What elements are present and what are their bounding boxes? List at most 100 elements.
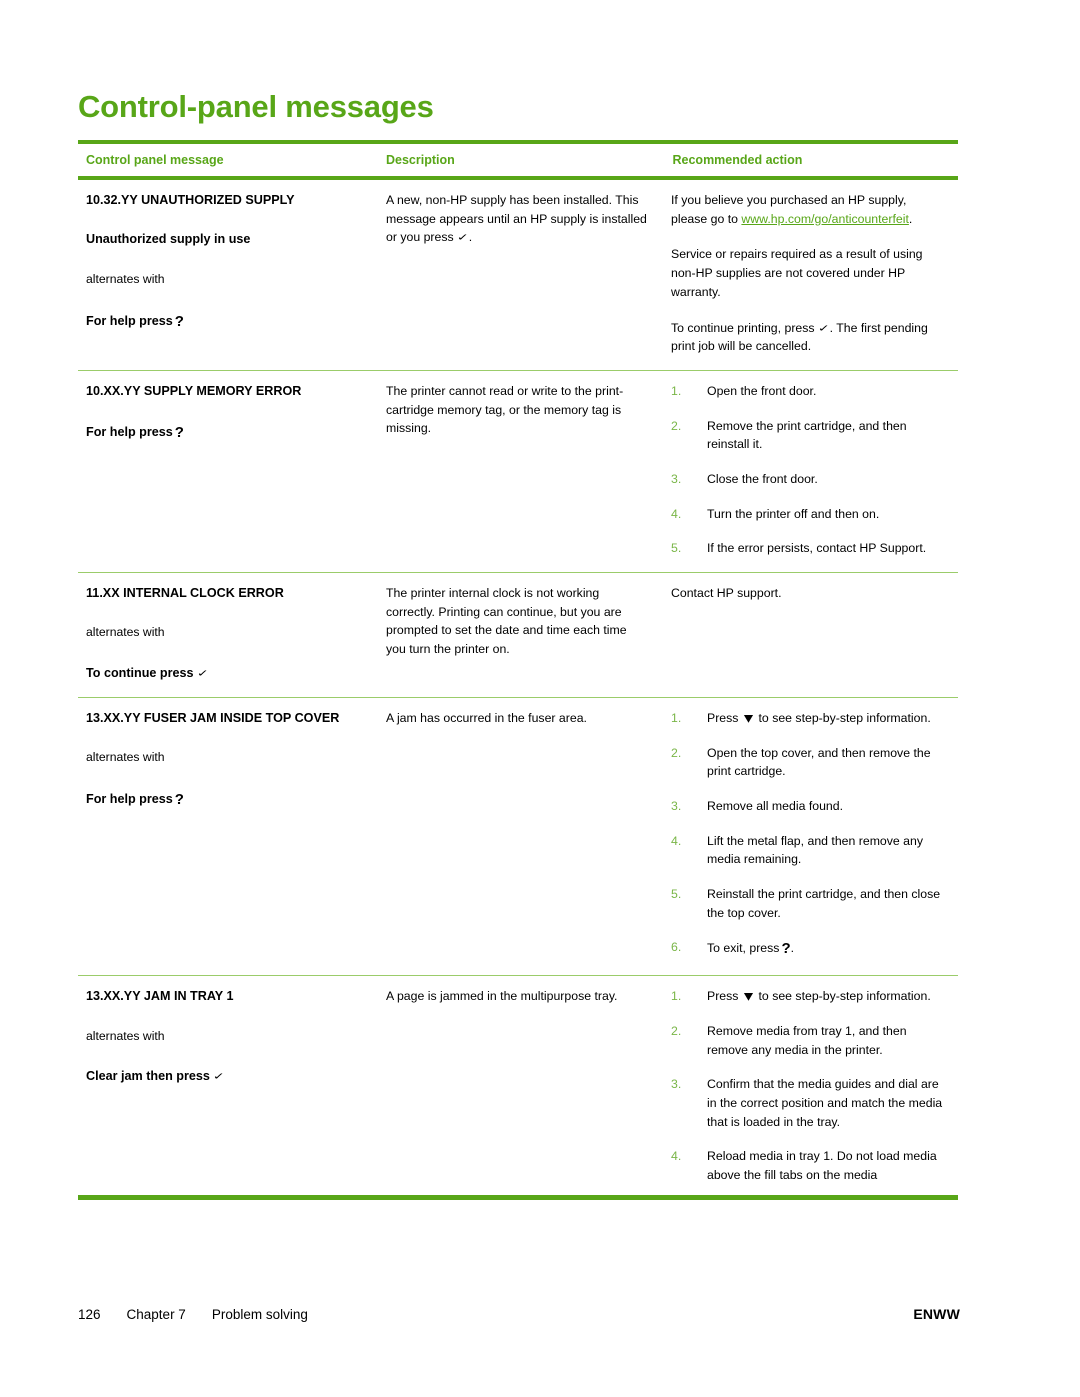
action-step-list: 1. Open the front door. 2. Remove the prin…	[671, 382, 944, 558]
arrow-down-icon: ▼	[743, 712, 754, 724]
alternates-with-label: alternates with	[86, 625, 165, 640]
step-text-before-glyph: Press	[707, 710, 739, 725]
control-panel-messages-table: Control panel message Description Recomm…	[78, 140, 958, 1200]
column-header-recommended-action: Recommended action	[661, 140, 958, 181]
action-paragraph: If you believe you purchased an HP suppl…	[671, 191, 944, 228]
action-text-after-link: .	[908, 211, 913, 226]
check-icon: ✓	[456, 231, 469, 244]
step-number: 6.	[671, 940, 682, 955]
footer-chapter: Chapter 7	[126, 1307, 186, 1322]
help-icon: ?	[781, 940, 791, 958]
step-number: 2.	[671, 745, 682, 760]
arrow-down-icon: ▼	[743, 990, 754, 1003]
press-prefix: For help press	[86, 425, 173, 440]
list-item: 3. Close the front door.	[671, 470, 944, 489]
press-prefix: Clear jam then press	[86, 1069, 210, 1084]
list-item: 1. Press ▼ to see step-by-step informatio…	[671, 987, 944, 1006]
list-item: 2. Open the top cover, and then remove th…	[671, 744, 944, 781]
step-number: 3.	[671, 799, 682, 814]
table-row: 13.XX.YY FUSER JAM INSIDE TOP COVER alte…	[78, 697, 958, 977]
step-text: Open the top cover, and then remove the …	[707, 745, 931, 779]
step-number: 5.	[671, 541, 682, 556]
step-text-after-glyph: to see step-by-step information.	[758, 710, 931, 725]
press-instruction: For help press?	[86, 422, 364, 445]
cell-message: 13.XX.YY FUSER JAM INSIDE TOP COVER alte…	[78, 697, 378, 977]
message-code: 10.XX.YY SUPPLY MEMORY ERROR	[86, 383, 302, 398]
list-item: 3. Confirm that the media guides and dial…	[671, 1075, 944, 1131]
description-text: A new, non-HP supply has been installed.…	[386, 191, 649, 247]
list-item: 4. Lift the metal flap, and then remove a…	[671, 832, 944, 869]
step-text-before-glyph: Press	[707, 989, 739, 1004]
cell-recommended-action: 1. Open the front door. 2. Remove the prin…	[663, 370, 958, 574]
step-text: Remove media from tray 1, and then remov…	[707, 1023, 907, 1057]
step-text: Confirm that the media guides and dial a…	[707, 1077, 943, 1129]
alternates-with-label: alternates with	[86, 272, 165, 287]
action-paragraph: Contact HP support.	[671, 586, 782, 601]
step-text: Open the front door.	[707, 383, 817, 398]
alternates-with-label: alternates with	[86, 1028, 165, 1043]
step-number: 4.	[671, 506, 682, 521]
step-number: 4.	[671, 1149, 682, 1164]
action-paragraph: Service or repairs required as a result …	[671, 247, 923, 299]
cell-description: The printer cannot read or write to the …	[378, 370, 663, 574]
step-text: If the error persists, contact HP Suppor…	[707, 541, 927, 556]
cell-message: 13.XX.YY JAM IN TRAY 1 alternates with C…	[78, 975, 378, 1200]
table-row: 10.XX.YY SUPPLY MEMORY ERROR For help pr…	[78, 370, 958, 574]
cell-description: A page is jammed in the multipurpose tra…	[378, 975, 663, 1200]
list-item: 1. Open the front door.	[671, 382, 944, 401]
message-code: 10.32.YY UNAUTHORIZED SUPPLY	[86, 193, 295, 208]
check-icon: ✓	[817, 321, 830, 334]
page-content: Control-panel messages Control panel mes…	[78, 89, 958, 1200]
cell-message: 10.XX.YY SUPPLY MEMORY ERROR For help pr…	[78, 370, 378, 574]
message-code: 13.XX.YY FUSER JAM INSIDE TOP COVER	[86, 710, 340, 725]
page-footer: 126 Chapter 7 Problem solving ENWW	[78, 1306, 960, 1322]
step-text: Close the front door.	[707, 471, 818, 486]
list-item: 1. Press ▼ to see step-by-step informatio…	[671, 709, 944, 728]
action-text: To continue printing, press	[671, 320, 815, 335]
description-text: A jam has occurred in the fuser area.	[386, 710, 587, 725]
list-item: 2. Remove the print cartridge, and then r…	[671, 417, 944, 454]
description-text: A page is jammed in the multipurpose tra…	[386, 989, 618, 1004]
step-text-after-glyph: .	[790, 941, 795, 956]
description-text: The printer internal clock is not workin…	[386, 586, 627, 657]
step-number: 3.	[671, 471, 682, 486]
list-item: 5. If the error persists, contact HP Supp…	[671, 539, 944, 558]
step-number: 4.	[671, 833, 682, 848]
table-body: 10.32.YY UNAUTHORIZED SUPPLY Unauthorize…	[78, 178, 958, 1200]
message-subtitle: Unauthorized supply in use	[86, 232, 251, 247]
message-code: 11.XX INTERNAL CLOCK ERROR	[86, 586, 284, 601]
action-step-list: 1. Press ▼ to see step-by-step informatio…	[671, 987, 944, 1185]
check-icon: ✓	[213, 1070, 226, 1083]
table-row: 11.XX INTERNAL CLOCK ERROR alternates wi…	[78, 572, 958, 698]
press-instruction: To continue press ✓	[86, 664, 364, 683]
page-title: Control-panel messages	[78, 89, 434, 124]
help-icon: ?	[174, 313, 184, 331]
table-row: 10.32.YY UNAUTHORIZED SUPPLY Unauthorize…	[78, 178, 958, 371]
cell-recommended-action: If you believe you purchased an HP suppl…	[663, 178, 958, 371]
step-text: Remove the print cartridge, and then rei…	[707, 418, 907, 452]
column-header-message: Control panel message	[78, 140, 378, 181]
table-header: Control panel message Description Recomm…	[78, 140, 958, 181]
help-icon: ?	[174, 790, 184, 808]
description-body: A new, non-HP supply has been installed.…	[386, 193, 647, 245]
step-number: 5.	[671, 887, 682, 902]
press-instruction: For help press?	[86, 311, 364, 334]
cell-recommended-action: Contact HP support.	[663, 572, 958, 698]
anticounterfeit-link[interactable]: www.hp.com/go/anticounterfeit	[741, 212, 908, 226]
step-number: 1.	[671, 383, 682, 398]
step-text: Reload media in tray 1. Do not load medi…	[707, 1149, 937, 1183]
footer-page-number: 126	[78, 1307, 101, 1322]
step-number: 1.	[671, 989, 682, 1004]
document-page: Control-panel messages Control panel mes…	[0, 0, 1080, 1397]
action-step-list: 1. Press ▼ to see step-by-step informatio…	[671, 709, 944, 961]
list-item: 2. Remove media from tray 1, and then rem…	[671, 1022, 944, 1059]
step-text-before-glyph: To exit, press	[707, 941, 780, 956]
table-row: 13.XX.YY JAM IN TRAY 1 alternates with C…	[78, 975, 958, 1200]
cell-description: The printer internal clock is not workin…	[378, 572, 663, 698]
step-text: Lift the metal flap, and then remove any…	[707, 833, 924, 867]
step-number: 2.	[671, 418, 682, 433]
step-text: Reinstall the print cartridge, and then …	[707, 887, 941, 920]
cell-message: 11.XX INTERNAL CLOCK ERROR alternates wi…	[78, 572, 378, 698]
alternates-with-label: alternates with	[86, 750, 165, 765]
press-prefix: To continue press	[86, 665, 194, 680]
